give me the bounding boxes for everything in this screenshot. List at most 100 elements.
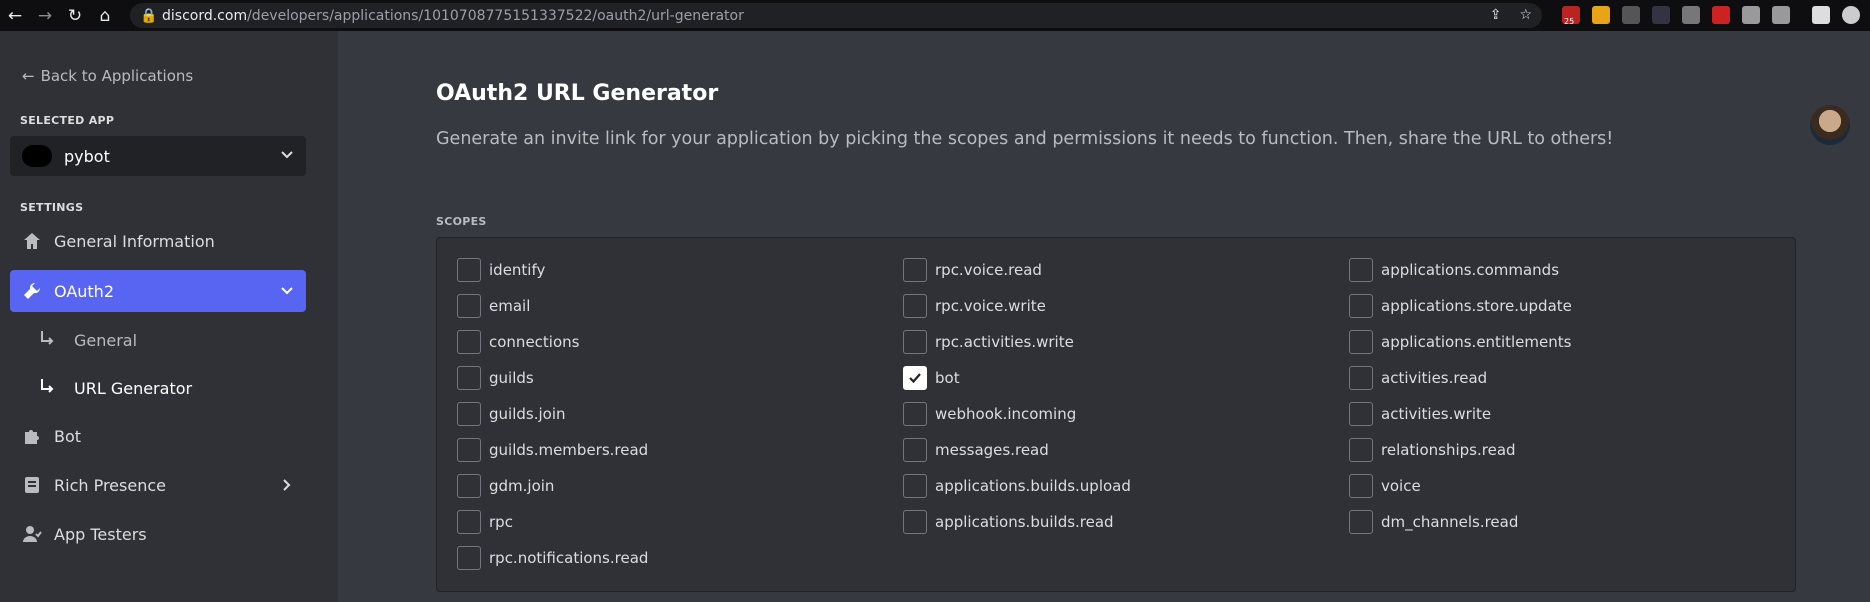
checkbox[interactable] — [903, 366, 927, 390]
person-icon — [20, 522, 44, 546]
back-to-applications-link[interactable]: ← Back to Applications — [22, 67, 193, 85]
lock-icon: 🔒 — [140, 7, 158, 24]
chevron-right-icon — [280, 477, 294, 496]
extension-screen-icon[interactable] — [1622, 6, 1640, 24]
checkbox[interactable] — [457, 510, 481, 534]
checkbox[interactable] — [903, 402, 927, 426]
sidebar-item-bot[interactable]: Bot — [10, 415, 306, 457]
sidebar-subitem-url-generator[interactable]: URL Generator — [38, 377, 192, 399]
scope-checkbox-item[interactable]: applications.store.update — [1349, 288, 1572, 324]
profile-icon[interactable] — [1842, 6, 1860, 24]
page-title: OAuth2 URL Generator — [436, 81, 719, 106]
scope-label: dm_channels.read — [1381, 513, 1519, 531]
checkbox[interactable] — [1349, 294, 1373, 318]
scope-checkbox-item[interactable]: guilds.join — [457, 396, 648, 432]
checkbox[interactable] — [1349, 258, 1373, 282]
checkbox[interactable] — [903, 258, 927, 282]
checkbox[interactable] — [903, 438, 927, 462]
scope-checkbox-item[interactable]: voice — [1349, 468, 1572, 504]
forward-arrow-icon[interactable]: → — [30, 0, 60, 31]
checkbox[interactable] — [457, 546, 481, 570]
page-description: Generate an invite link for your applica… — [436, 129, 1614, 149]
extension-v-icon[interactable] — [1682, 6, 1700, 24]
scope-checkbox-item[interactable]: applications.builds.upload — [903, 468, 1131, 504]
puzzle-icon[interactable] — [1742, 6, 1760, 24]
scope-checkbox-item[interactable]: messages.read — [903, 432, 1131, 468]
sidebar-item-app-testers[interactable]: App Testers — [10, 513, 306, 555]
sidebar: ← Back to Applications SELECTED APP pybo… — [0, 31, 338, 602]
scope-checkbox-item[interactable]: dm_channels.read — [1349, 504, 1572, 540]
scope-checkbox-item[interactable]: relationships.read — [1349, 432, 1572, 468]
scope-checkbox-item[interactable]: applications.builds.read — [903, 504, 1131, 540]
checkbox[interactable] — [1349, 402, 1373, 426]
checkbox[interactable] — [1349, 474, 1373, 498]
home-icon[interactable]: ⌂ — [90, 0, 120, 31]
scope-checkbox-item[interactable]: rpc.voice.read — [903, 252, 1131, 288]
scope-label: relationships.read — [1381, 441, 1516, 459]
checkbox[interactable] — [457, 366, 481, 390]
document-icon — [20, 473, 44, 497]
checkbox[interactable] — [457, 438, 481, 462]
app-selector[interactable]: pybot — [10, 136, 306, 176]
checkbox[interactable] — [903, 330, 927, 354]
checkbox[interactable] — [903, 294, 927, 318]
checkbox[interactable] — [1349, 510, 1373, 534]
url-host: discord.com — [162, 7, 248, 24]
subitem-arrow-icon — [38, 329, 58, 351]
checkbox[interactable] — [457, 258, 481, 282]
reload-icon[interactable]: ↻ — [60, 0, 90, 31]
scope-checkbox-item[interactable]: webhook.incoming — [903, 396, 1131, 432]
sidebar-subitem-general[interactable]: General — [38, 329, 137, 351]
scope-checkbox-item[interactable]: rpc.activities.write — [903, 324, 1131, 360]
url-path: /developers/applications/101070877515133… — [247, 7, 744, 24]
address-bar[interactable]: 🔒 discord.com /developers/applications/1… — [130, 3, 1542, 28]
sidebar-item-label: General — [74, 330, 138, 350]
subitem-arrow-icon — [38, 377, 58, 399]
scope-label: rpc.voice.write — [935, 297, 1046, 315]
scopes-column-1: identify email connections guilds guilds.joi… — [457, 252, 648, 576]
scope-label: rpc.activities.write — [935, 333, 1074, 351]
extension-amazon-icon[interactable] — [1592, 6, 1610, 24]
sidebar-item-rich-presence[interactable]: Rich Presence — [10, 464, 306, 506]
scope-checkbox-item[interactable]: connections — [457, 324, 648, 360]
checkbox[interactable] — [1349, 438, 1373, 462]
scope-label: applications.entitlements — [1381, 333, 1572, 351]
scope-checkbox-item[interactable]: applications.entitlements — [1349, 324, 1572, 360]
back-arrow-icon[interactable]: ← — [0, 0, 30, 31]
scope-label: applications.commands — [1381, 261, 1560, 279]
scope-checkbox-item[interactable]: activities.write — [1349, 396, 1572, 432]
star-icon[interactable]: ☆ — [1519, 7, 1532, 23]
media-icon[interactable] — [1772, 6, 1790, 24]
scope-checkbox-item[interactable]: email — [457, 288, 648, 324]
extension-dots-icon[interactable] — [1652, 6, 1670, 24]
scope-checkbox-item[interactable]: rpc — [457, 504, 648, 540]
scope-checkbox-item[interactable]: bot — [903, 360, 1131, 396]
checkbox[interactable] — [457, 474, 481, 498]
checkbox[interactable] — [1349, 330, 1373, 354]
scope-label: applications.builds.read — [935, 513, 1114, 531]
scope-checkbox-item[interactable]: guilds.members.read — [457, 432, 648, 468]
checkbox[interactable] — [903, 510, 927, 534]
sidebar-item-oauth2[interactable]: OAuth2 — [10, 270, 306, 312]
checkbox[interactable] — [457, 294, 481, 318]
checkmark-icon — [909, 373, 921, 384]
scope-checkbox-item[interactable]: applications.commands — [1349, 252, 1572, 288]
checkbox[interactable] — [1349, 366, 1373, 390]
scope-checkbox-item[interactable]: rpc.voice.write — [903, 288, 1131, 324]
sidebar-item-general-information[interactable]: General Information — [10, 220, 306, 262]
scope-checkbox-item[interactable]: guilds — [457, 360, 648, 396]
user-avatar[interactable] — [1810, 105, 1850, 145]
scope-checkbox-item[interactable]: activities.read — [1349, 360, 1572, 396]
checkbox[interactable] — [457, 330, 481, 354]
scope-label: activities.read — [1381, 369, 1488, 387]
extension-ublock-icon[interactable]: 25 — [1562, 6, 1580, 26]
scope-label: messages.read — [935, 441, 1049, 459]
scope-checkbox-item[interactable]: gdm.join — [457, 468, 648, 504]
checkbox[interactable] — [457, 402, 481, 426]
checkbox[interactable] — [903, 474, 927, 498]
sidepanel-icon[interactable] — [1812, 6, 1830, 24]
extension-tp-icon[interactable] — [1712, 6, 1730, 24]
scope-checkbox-item[interactable]: identify — [457, 252, 648, 288]
share-icon[interactable]: ⇪ — [1490, 7, 1502, 23]
scope-checkbox-item[interactable]: rpc.notifications.read — [457, 540, 648, 576]
